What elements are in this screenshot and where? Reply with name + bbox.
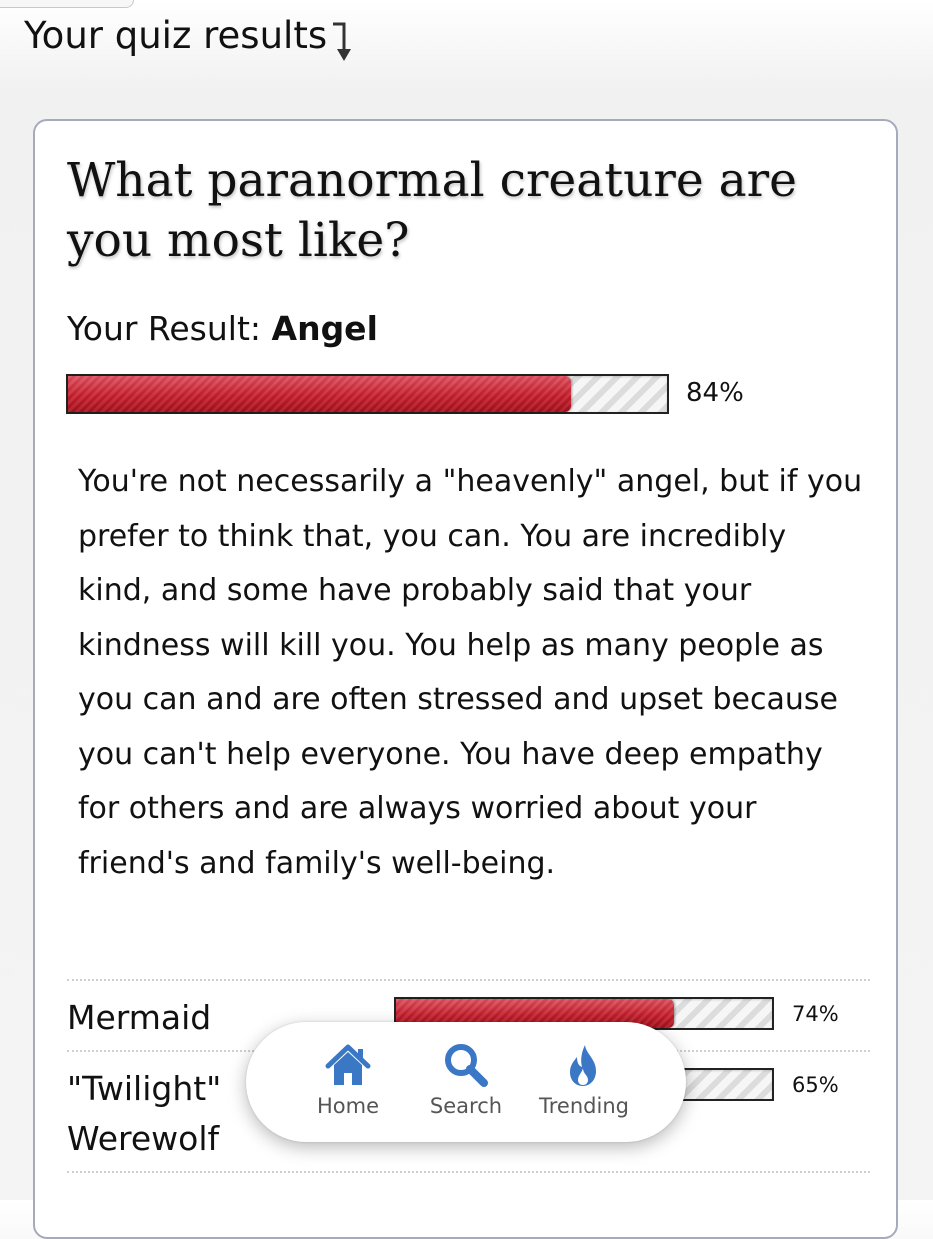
search-icon: [445, 1044, 488, 1087]
other-result-percent: 74%: [792, 1002, 839, 1026]
home-icon: [325, 1044, 371, 1085]
arrow-down-icon: [333, 22, 352, 61]
nav-trending-label: Trending: [539, 1094, 629, 1118]
bottom-nav-bar: Home Search Trending: [246, 1022, 686, 1142]
quiz-results-header: Your quiz results: [24, 14, 355, 62]
nav-home-label: Home: [316, 1094, 379, 1118]
flame-icon: [570, 1045, 596, 1086]
other-result-name: Mermaid: [67, 998, 212, 1037]
other-result-name: "Twilight" Werewolf: [67, 1069, 222, 1158]
divider: [67, 1171, 870, 1173]
result-label: Your Result:: [67, 309, 262, 348]
nav-home[interactable]: Home: [288, 1042, 408, 1118]
other-result-percent: 65%: [792, 1073, 839, 1097]
nav-search[interactable]: Search: [406, 1042, 526, 1118]
your-result-line: Your Result: Angel: [67, 309, 378, 348]
result-description: You're not necessarily a "heavenly" ange…: [78, 464, 863, 881]
result-progress-bar: [66, 374, 669, 414]
nav-search-label: Search: [429, 1094, 503, 1118]
result-progress-fill: [68, 376, 572, 412]
nav-trending[interactable]: Trending: [524, 1042, 644, 1118]
header-title: Your quiz results: [24, 14, 328, 57]
result-name: Angel: [271, 309, 378, 348]
result-percent: 84%: [686, 378, 744, 408]
previous-page-tab: [0, 0, 134, 8]
quiz-title: What paranormal creature are you most li…: [67, 153, 797, 268]
divider: [67, 979, 870, 981]
